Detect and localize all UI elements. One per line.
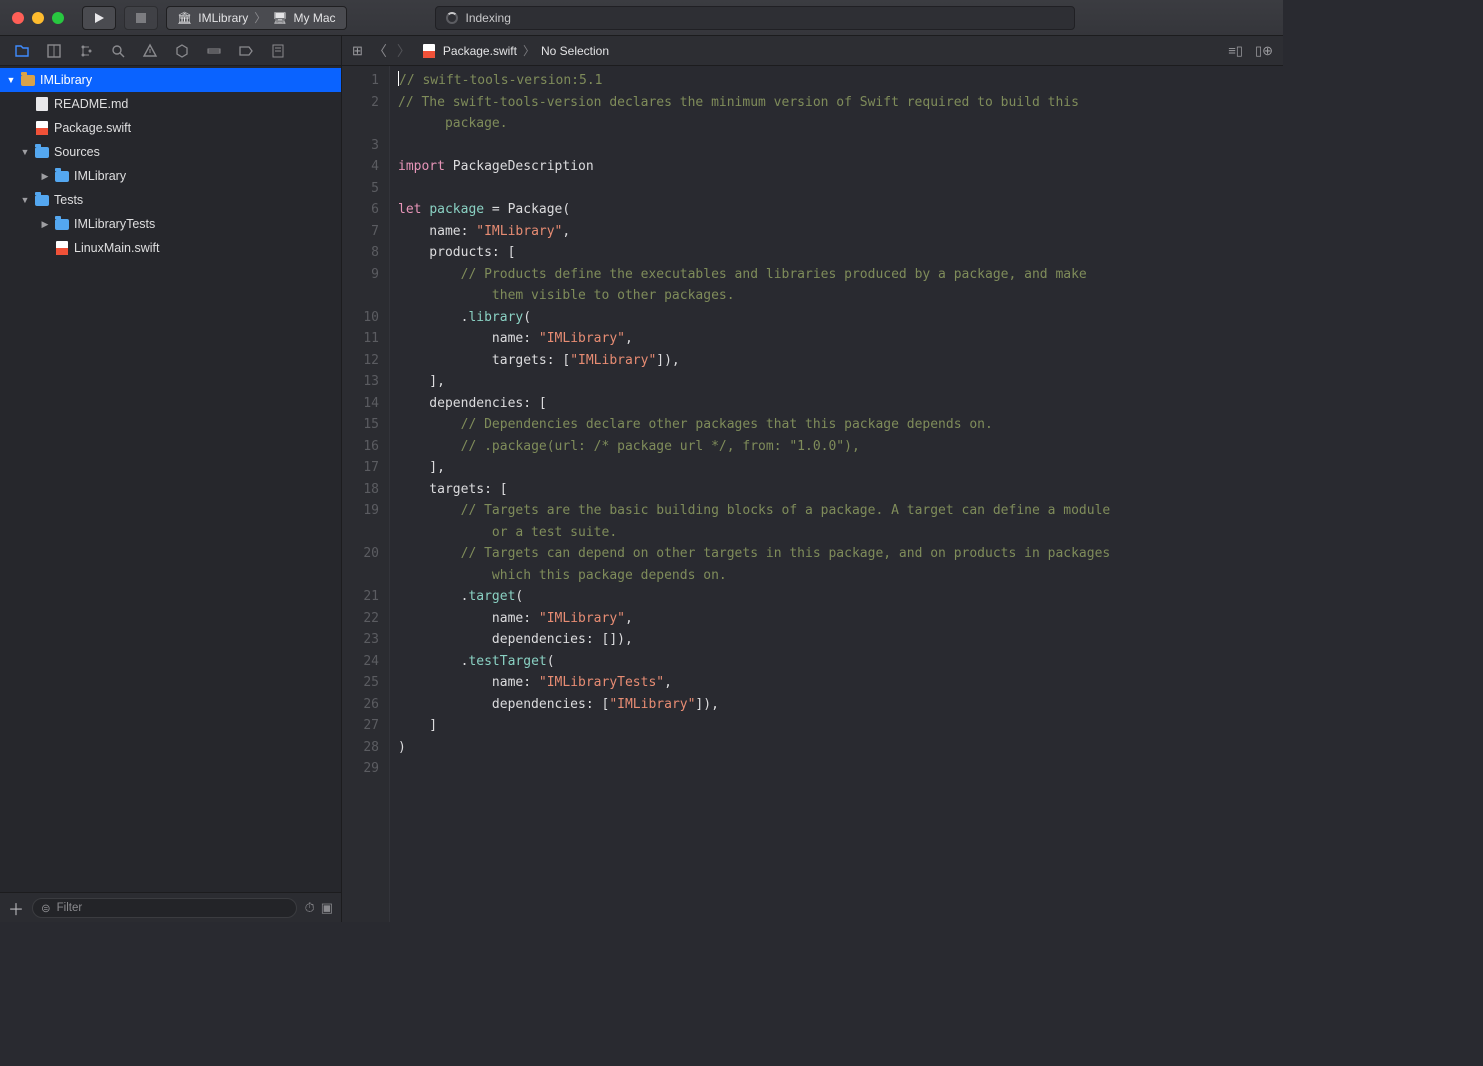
forward-button[interactable]: 〉 [397, 41, 411, 61]
folder-icon [34, 144, 50, 160]
find-navigator-tab[interactable] [110, 43, 126, 59]
debug-navigator-tab[interactable] [206, 43, 222, 59]
chevron-right-icon: 〉 [523, 42, 535, 59]
folder-icon [54, 168, 70, 184]
tree-folder-row[interactable]: ▼ Tests [0, 188, 341, 212]
package-icon [20, 72, 36, 88]
tree-row-label: Package.swift [54, 121, 131, 135]
jump-bar-selection[interactable]: No Selection [541, 44, 609, 58]
building-icon: 🏛 [177, 11, 192, 25]
editor-area: ⊞ 〈 〉 Package.swift 〉 No Selection ≡▯ ▯⊕… [342, 36, 1283, 922]
tree-folder-row[interactable]: ▶ IMLibraryTests [0, 212, 341, 236]
disclosure-triangle-icon[interactable]: ▶ [40, 219, 50, 230]
markdown-file-icon [34, 96, 50, 112]
device-icon: 🖥 [272, 11, 287, 25]
disclosure-triangle-icon[interactable]: ▼ [20, 147, 30, 157]
jump-bar-path[interactable]: Package.swift 〉 No Selection [421, 42, 609, 59]
line-gutter[interactable]: 12 3456789 10111213141516171819 20 21222… [342, 66, 390, 922]
test-navigator-tab[interactable] [174, 43, 190, 59]
tree-folder-row[interactable]: ▶ IMLibrary [0, 164, 341, 188]
tree-row-label: README.md [54, 97, 128, 111]
scheme-device-label: My Mac [294, 11, 336, 25]
back-button[interactable]: 〈 [373, 41, 387, 61]
filter-placeholder: Filter [57, 902, 83, 914]
filter-input[interactable]: ⊜ Filter [32, 898, 297, 918]
chevron-right-icon: 〉 [254, 9, 266, 26]
tree-row-label: Sources [54, 145, 100, 159]
project-tree[interactable]: ▼ IMLibrary README.md Package.swift ▼ So… [0, 66, 341, 892]
editor-options: ≡▯ ▯⊕ [1228, 43, 1273, 59]
scm-filter-icon[interactable]: ▣ [321, 900, 333, 916]
activity-text: Indexing [466, 11, 511, 25]
folder-icon [34, 192, 50, 208]
report-navigator-tab[interactable] [270, 43, 286, 59]
swift-file-icon [421, 43, 437, 59]
navigator-tabs [0, 36, 341, 66]
breakpoint-navigator-tab[interactable] [238, 43, 254, 59]
titlebar: 🏛 IMLibrary 〉 🖥 My Mac Indexing [0, 0, 1283, 36]
related-items-icon[interactable]: ⊞ [352, 43, 363, 59]
swift-file-icon [54, 240, 70, 256]
source-control-navigator-tab[interactable] [46, 43, 62, 59]
project-navigator-tab[interactable] [14, 43, 30, 59]
disclosure-triangle-icon[interactable]: ▶ [40, 171, 50, 182]
navigator: ▼ IMLibrary README.md Package.swift ▼ So… [0, 36, 342, 922]
history-nav: 〈 〉 [373, 41, 411, 61]
activity-view[interactable]: Indexing [435, 6, 1075, 30]
add-editor-icon[interactable]: ▯⊕ [1255, 43, 1273, 59]
jump-bar-file[interactable]: Package.swift [443, 44, 517, 58]
tree-file-row[interactable]: README.md [0, 92, 341, 116]
filter-icon: ⊜ [41, 901, 51, 915]
scheme-project-label: IMLibrary [198, 11, 248, 25]
zoom-window-button[interactable] [52, 12, 64, 24]
main-split: ▼ IMLibrary README.md Package.swift ▼ So… [0, 36, 1283, 922]
scheme-selector[interactable]: 🏛 IMLibrary 〉 🖥 My Mac [166, 6, 347, 30]
disclosure-triangle-icon[interactable]: ▼ [20, 195, 30, 205]
navigator-filter-bar: ＋ ⊜ Filter ⏱ ▣ [0, 892, 341, 922]
minimize-window-button[interactable] [32, 12, 44, 24]
tree-row-label: Tests [54, 193, 83, 207]
spinner-icon [446, 12, 458, 24]
stop-button[interactable] [124, 6, 158, 30]
swift-file-icon [34, 120, 50, 136]
filter-scope-buttons: ⏱ ▣ [305, 900, 333, 916]
tree-row-label: LinuxMain.swift [74, 241, 159, 255]
tree-file-row[interactable]: Package.swift [0, 116, 341, 140]
tree-row-label: IMLibrary [74, 169, 126, 183]
window-controls [12, 12, 64, 24]
symbol-navigator-tab[interactable] [78, 43, 94, 59]
code-content[interactable]: // swift-tools-version:5.1 // The swift-… [390, 66, 1283, 922]
tree-row-label: IMLibrary [40, 73, 92, 87]
add-button[interactable]: ＋ [8, 896, 24, 920]
tree-folder-row[interactable]: ▼ Sources [0, 140, 341, 164]
tree-root[interactable]: ▼ IMLibrary [0, 68, 341, 92]
folder-icon [54, 216, 70, 232]
tree-row-label: IMLibraryTests [74, 217, 155, 231]
recent-filter-icon[interactable]: ⏱ [305, 900, 315, 916]
code-editor[interactable]: 12 3456789 10111213141516171819 20 21222… [342, 66, 1283, 922]
issue-navigator-tab[interactable] [142, 43, 158, 59]
run-button[interactable] [82, 6, 116, 30]
jump-bar: ⊞ 〈 〉 Package.swift 〉 No Selection ≡▯ ▯⊕ [342, 36, 1283, 66]
close-window-button[interactable] [12, 12, 24, 24]
editor-layout-icon[interactable]: ≡▯ [1228, 43, 1243, 59]
disclosure-triangle-icon[interactable]: ▼ [6, 75, 16, 85]
tree-file-row[interactable]: LinuxMain.swift [0, 236, 341, 260]
